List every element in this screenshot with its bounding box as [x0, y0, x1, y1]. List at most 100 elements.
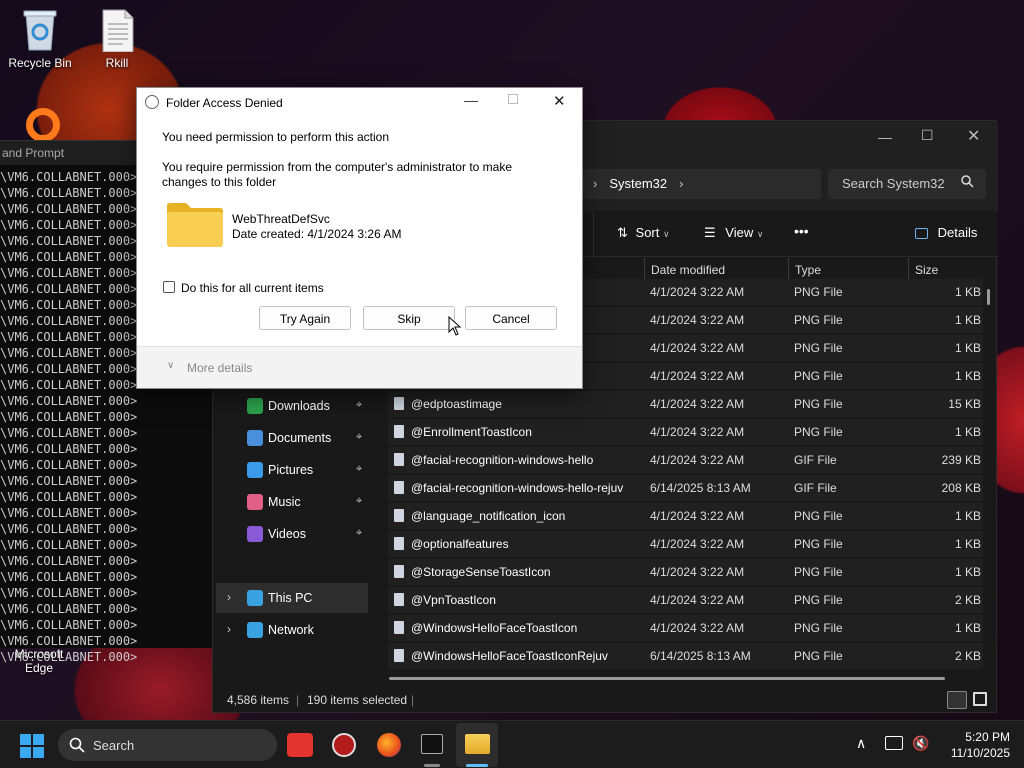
cmd-line: \VM6.COLLABNET.000> — [0, 634, 138, 648]
pin-icon[interactable]: ⌖ — [356, 431, 362, 444]
details-pane-button[interactable]: Details — [915, 225, 977, 240]
pin-icon[interactable]: ⌖ — [356, 495, 362, 508]
file-row[interactable]: @WindowsHelloFaceToastIcon 4/1/2024 3:22 … — [388, 615, 983, 641]
cmd-line: \VM6.COLLABNET.000> — [0, 410, 138, 424]
documents-icon — [247, 430, 263, 446]
file-type: GIF File — [794, 453, 837, 467]
details-label: Details — [937, 225, 978, 240]
firefox-app-icon[interactable] — [377, 733, 401, 757]
chevron-right-icon: › — [679, 176, 684, 191]
breadcrumb-system32[interactable]: System32 — [609, 176, 667, 191]
close-icon[interactable]: ✕ — [967, 126, 980, 146]
file-date: 4/1/2024 3:22 AM — [650, 313, 745, 327]
tiles-view-toggle[interactable] — [973, 692, 987, 706]
view-label: View — [725, 225, 754, 240]
close-icon[interactable]: ✕ — [553, 92, 566, 110]
nav-item-videos[interactable]: Videos ⌖ — [216, 519, 368, 549]
file-row[interactable]: @EnrollmentToastIcon 4/1/2024 3:22 AM PNG … — [388, 419, 983, 445]
windows-logo-icon — [20, 734, 44, 758]
nav-item-this-pc[interactable]: › This PC — [216, 583, 368, 613]
file-row[interactable]: @facial-recognition-windows-hello 4/1/202… — [388, 447, 983, 473]
clock[interactable]: 5:20 PM 11/10/2025 — [940, 729, 1010, 761]
minimize-icon[interactable]: — — [878, 129, 892, 145]
cmd-line: \VM6.COLLABNET.000> — [0, 586, 138, 600]
chevron-down-icon: ∨ — [663, 229, 670, 239]
file-row[interactable]: @VpnToastIcon 4/1/2024 3:22 AM PNG File 2 K… — [388, 587, 983, 613]
column-type[interactable]: Type — [795, 263, 821, 277]
status-divider: | — [411, 693, 415, 707]
file-size: 15 KB — [948, 397, 981, 411]
pin-icon[interactable]: ⌖ — [356, 399, 362, 412]
desktop-icon-label: Rkill — [105, 56, 129, 70]
try-again-button[interactable]: Try Again — [259, 306, 351, 330]
chevron-right-icon[interactable]: › — [227, 622, 231, 636]
horizontal-scrollbar[interactable] — [389, 677, 945, 680]
chevron-right-icon: › — [593, 176, 598, 191]
start-button[interactable] — [20, 734, 44, 761]
folder-access-denied-dialog[interactable]: Folder Access Denied — ✕ You need permis… — [136, 87, 583, 389]
file-type: GIF File — [794, 481, 837, 495]
minimize-icon[interactable]: — — [464, 92, 478, 108]
file-row[interactable]: @facial-recognition-windows-hello-rejuv 6… — [388, 475, 983, 501]
pin-icon[interactable]: ⌖ — [356, 527, 362, 540]
skip-button[interactable]: Skip — [363, 306, 455, 330]
file-row[interactable]: @StorageSenseToastIcon 4/1/2024 3:22 AM PN… — [388, 559, 983, 585]
taskbar-search[interactable]: Search — [58, 729, 277, 761]
nav-item-label: Documents — [268, 431, 332, 445]
file-explorer-app-icon[interactable] — [465, 734, 490, 754]
file-size: 1 KB — [954, 509, 981, 523]
anydesk-app-icon[interactable] — [287, 733, 313, 757]
desktop-icon-recycle-bin[interactable]: Recycle Bin — [0, 8, 80, 70]
column-date-modified[interactable]: Date modified — [651, 263, 725, 277]
sort-button[interactable]: ⇅ Sort ∨ — [617, 225, 670, 241]
chevron-right-icon[interactable]: › — [227, 590, 231, 604]
apply-all-label: Do this for all current items — [181, 281, 324, 295]
security-app-icon[interactable] — [332, 733, 356, 757]
vertical-scrollbar[interactable] — [987, 289, 990, 305]
pin-icon[interactable]: ⌖ — [356, 463, 362, 476]
file-row[interactable]: @edptoastimage 4/1/2024 3:22 AM PNG File 15… — [388, 391, 983, 417]
orange-app-icon[interactable] — [26, 108, 60, 142]
cancel-button[interactable]: Cancel — [465, 306, 557, 330]
file-row[interactable]: @language_notification_icon 4/1/2024 3:22… — [388, 503, 983, 529]
desktop-icon-rkill[interactable]: Rkill — [77, 8, 157, 70]
terminal-app-icon[interactable] — [421, 734, 443, 754]
file-size: 1 KB — [954, 285, 981, 299]
apply-all-checkbox[interactable] — [163, 281, 175, 293]
file-row[interactable]: @optionalfeatures 4/1/2024 3:22 AM PNG Fil… — [388, 531, 983, 557]
pictures-icon — [247, 462, 263, 478]
details-view-toggle[interactable] — [947, 691, 967, 709]
view-icon: ☰ — [704, 225, 716, 240]
chevron-up-icon[interactable]: ∧ — [856, 735, 866, 752]
address-bar[interactable]: › System32 › — [583, 169, 821, 199]
clock-icon — [145, 95, 159, 109]
file-icon — [394, 621, 404, 634]
item-count: 4,586 items — [227, 693, 290, 707]
nav-item-music[interactable]: Music ⌖ — [216, 487, 368, 517]
nav-item-pictures[interactable]: Pictures ⌖ — [216, 455, 368, 485]
nav-item-downloads[interactable]: Downloads ⌖ — [216, 391, 368, 421]
maximize-icon[interactable]: ☐ — [921, 127, 934, 144]
pc-icon — [247, 590, 263, 606]
speaker-muted-icon[interactable]: 🔇 — [912, 735, 929, 752]
search-icon — [69, 737, 85, 756]
music-icon — [247, 494, 263, 510]
file-row[interactable]: @WindowsHelloFaceToastIconRejuv 6/14/2025… — [388, 643, 983, 669]
nav-item-network[interactable]: › Network — [216, 615, 368, 645]
more-options-button[interactable]: ••• — [794, 223, 809, 239]
more-details-toggle[interactable]: More details — [187, 361, 252, 375]
column-size[interactable]: Size — [915, 263, 938, 277]
selected-count: 190 items selected — [307, 693, 408, 707]
file-icon — [394, 565, 404, 578]
file-date: 4/1/2024 3:22 AM — [650, 369, 745, 383]
file-name: @language_notification_icon — [411, 509, 566, 523]
cmd-line: \VM6.COLLABNET.000> — [0, 570, 138, 584]
file-size: 1 KB — [954, 425, 981, 439]
nav-item-documents[interactable]: Documents ⌖ — [216, 423, 368, 453]
search-input[interactable]: Search System32 — [828, 169, 986, 199]
view-button[interactable]: ☰ View ∨ — [704, 225, 763, 241]
videos-icon — [247, 526, 263, 542]
file-type: PNG File — [794, 425, 843, 439]
display-icon[interactable] — [885, 736, 903, 750]
chevron-down-icon: ∨ — [167, 360, 175, 371]
